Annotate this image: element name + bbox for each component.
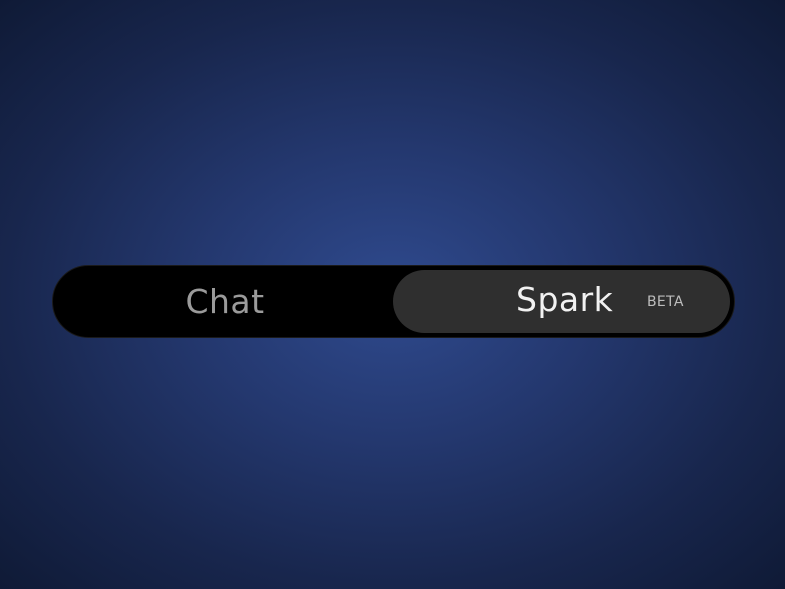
spark-option-label: Spark <box>516 280 614 319</box>
chat-option[interactable]: Chat <box>53 266 393 337</box>
beta-badge: BETA <box>647 294 684 310</box>
spark-option[interactable]: Spark BETA <box>393 270 730 333</box>
chat-option-label: Chat <box>185 282 265 321</box>
mode-toggle: Chat Spark BETA <box>52 265 735 338</box>
